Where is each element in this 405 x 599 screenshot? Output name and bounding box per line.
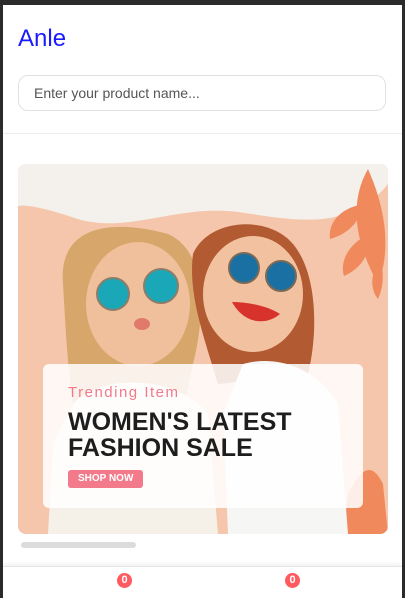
cart-count-badge: 0 (285, 573, 300, 588)
brand-logo[interactable]: Anle (18, 25, 66, 53)
shop-now-button[interactable]: SHOP NOW (68, 470, 144, 488)
hero-banner[interactable]: Trending Item WOMEN'S LATEST FASHION SAL… (18, 164, 388, 534)
search-input[interactable] (18, 75, 386, 111)
bottom-nav-item-cart[interactable]: 0 (263, 567, 323, 599)
wishlist-count-badge: 0 (117, 573, 132, 588)
bottom-nav: 0 0 (3, 566, 402, 599)
carousel-scroll-indicator[interactable] (21, 542, 136, 548)
header: Anle (3, 5, 402, 134)
promo-eyebrow: Trending Item (68, 384, 180, 401)
bottom-nav-item-wishlist[interactable]: 0 (95, 567, 155, 599)
promo-title: WOMEN'S LATEST FASHION SALE (68, 408, 292, 462)
promo-card: Trending Item WOMEN'S LATEST FASHION SAL… (43, 364, 363, 508)
